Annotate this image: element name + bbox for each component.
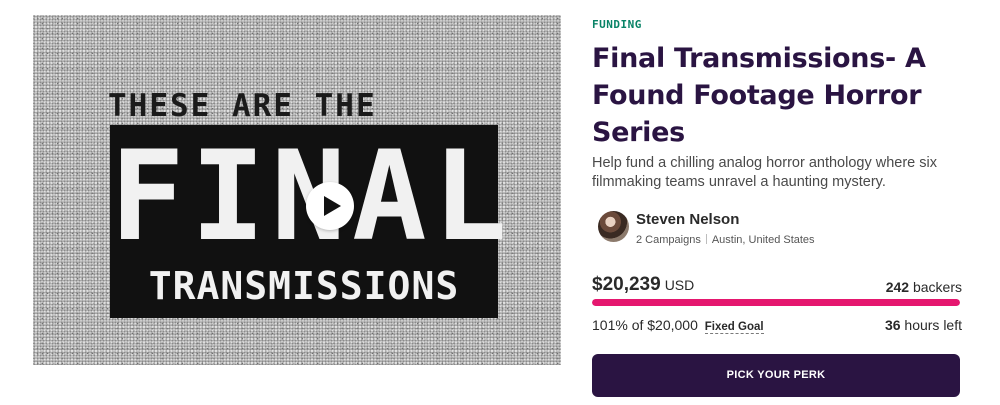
campaign-title: Final Transmissions- A Found Footage Hor… bbox=[592, 43, 926, 148]
hours-label: hours left bbox=[904, 317, 962, 333]
status-badge: FUNDING bbox=[592, 18, 642, 31]
pick-perk-button[interactable]: PICK YOUR PERK bbox=[592, 354, 960, 397]
campaign-video[interactable]: THESE ARE THE FINAL TRANSMISSIONS bbox=[33, 15, 561, 365]
backers-count: 242 backers bbox=[886, 278, 962, 296]
raised-amount: $20,239 bbox=[592, 274, 661, 295]
time-left: 36 hours left bbox=[885, 316, 962, 334]
backers-label: backers bbox=[912, 279, 962, 295]
owner-card: Steven Nelson 2 Campaigns Austin, United … bbox=[598, 210, 958, 250]
amount-raised: $20,239 USD bbox=[592, 273, 694, 297]
video-pre-title: THESE ARE THE bbox=[108, 88, 377, 124]
owner-campaigns: 2 Campaigns bbox=[636, 234, 701, 246]
owner-location: Austin, United States bbox=[711, 234, 815, 246]
goal-percent: 101% of $20,000 bbox=[592, 317, 698, 333]
raised-currency: USD bbox=[664, 277, 695, 293]
owner-avatar[interactable] bbox=[598, 211, 629, 242]
owner-name[interactable]: Steven Nelson bbox=[636, 211, 739, 229]
video-title-box: FINAL TRANSMISSIONS bbox=[110, 125, 507, 318]
video-title-sub: TRANSMISSIONS bbox=[148, 264, 460, 308]
play-icon bbox=[324, 196, 341, 216]
meta-divider bbox=[705, 234, 707, 244]
goal-type-link[interactable]: Fixed Goal bbox=[704, 321, 764, 334]
video-title-main: FINAL bbox=[110, 133, 507, 261]
owner-meta: 2 Campaigns Austin, United States bbox=[636, 233, 815, 247]
goal-summary: 101% of $20,000 Fixed Goal bbox=[592, 316, 764, 336]
play-button[interactable] bbox=[306, 182, 354, 230]
funding-progress-bar bbox=[592, 299, 960, 306]
hours-number: 36 bbox=[884, 317, 901, 333]
funding-progress-fill bbox=[592, 299, 960, 306]
campaign-blurb: Help fund a chilling analog horror antho… bbox=[592, 155, 937, 190]
backers-number: 242 bbox=[885, 279, 910, 295]
